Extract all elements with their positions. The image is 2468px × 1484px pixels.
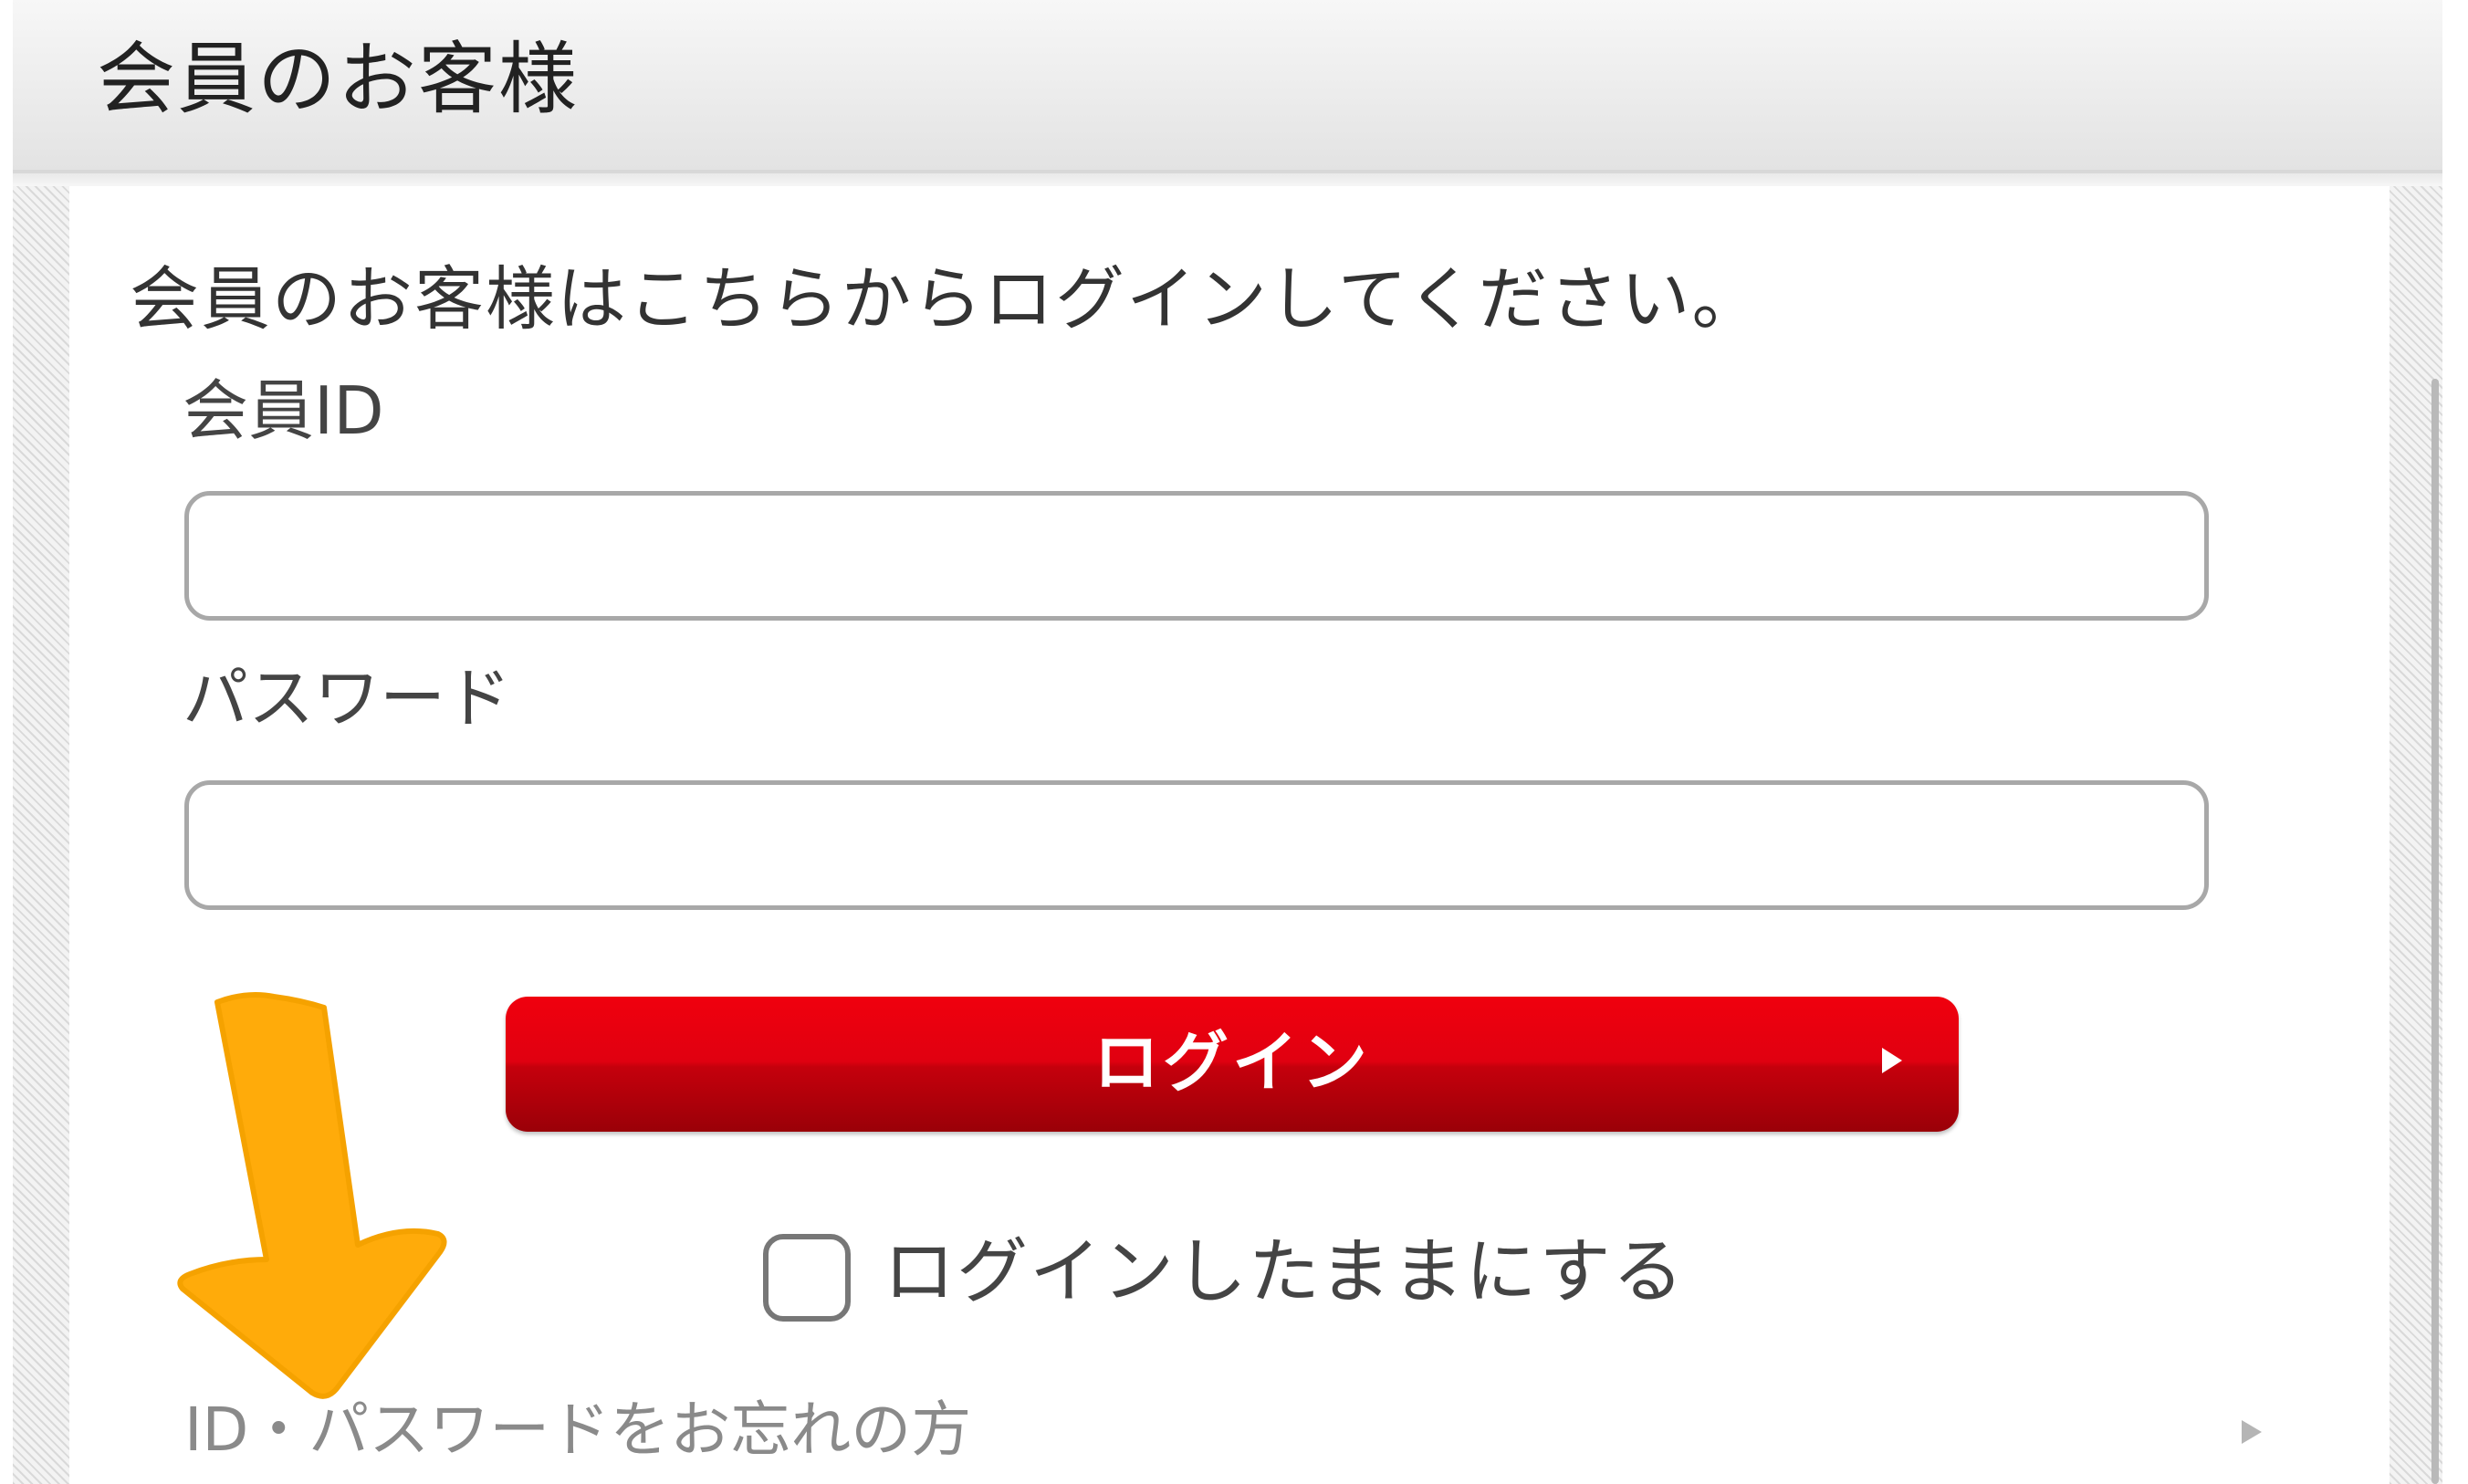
section-header: 会員のお客様 (13, 0, 2442, 173)
login-button[interactable]: ログイン (506, 997, 1959, 1132)
login-page: 会員のお客様 会員のお客様はこちらからログインしてください。 会員ID パスワー… (0, 0, 2468, 1484)
member-id-input[interactable] (184, 491, 2209, 621)
login-instructions: 会員のお客様はこちらからログインしてください。 (130, 258, 1763, 340)
chevron-right-icon (2242, 1420, 2262, 1444)
left-gutter (13, 186, 69, 1484)
password-input[interactable] (184, 780, 2209, 910)
password-label: パスワード (183, 660, 512, 737)
stay-logged-in-checkbox[interactable] (763, 1234, 851, 1322)
login-button-label: ログイン (1093, 1024, 1371, 1101)
page-title: 会員のお客様 (97, 34, 579, 125)
down-arrow-annotation-icon (177, 992, 447, 1399)
member-id-label: 会員ID (183, 372, 384, 449)
stay-logged-in-label[interactable]: ログインしたままにする (884, 1227, 1685, 1318)
scrollbar-thumb[interactable] (2431, 379, 2439, 1484)
header-divider (13, 173, 2442, 186)
play-arrow-icon (1882, 1048, 1902, 1073)
